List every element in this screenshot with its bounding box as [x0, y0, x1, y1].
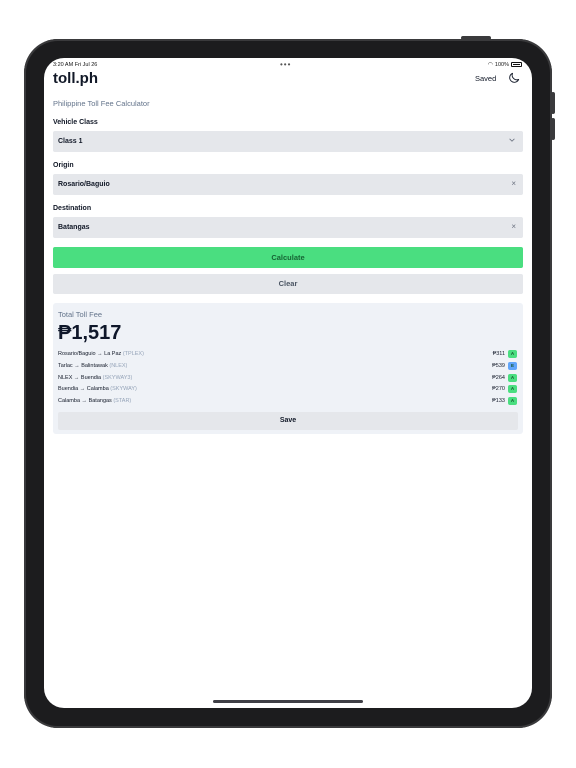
segment-fee: ₱311 [492, 351, 505, 357]
total-toll-fee-label: Total Toll Fee [58, 310, 103, 319]
segment-badge: A [508, 385, 517, 393]
origin-input[interactable]: Rosario/Baguio × [53, 174, 523, 195]
status-bar: 3:20 AM Fri Jul 26 ••• ◠ 100% [44, 58, 532, 70]
segment-fee: ₱539 [492, 363, 505, 369]
origin-label: Origin [53, 162, 74, 169]
segment-route: NLEX → Buendia [58, 375, 102, 381]
saved-button[interactable]: Saved [475, 74, 496, 83]
battery-percent: 100% [494, 61, 509, 68]
multitask-dots[interactable]: ••• [280, 60, 291, 69]
destination-label: Destination [53, 205, 92, 212]
calculate-button[interactable]: Calculate [53, 247, 523, 268]
app-screen: 3:20 AM Fri Jul 26 ••• ◠ 100% toll.ph Sa… [44, 58, 532, 708]
destination-input[interactable]: Batangas × [53, 217, 523, 238]
total-toll-fee-value: ₱1,517 [58, 322, 122, 344]
segment-row: Rosario/Baguio → La Paz (TPLEX) ₱311 A [58, 349, 518, 359]
segment-fee: ₱270 [492, 386, 505, 392]
battery-icon [511, 62, 522, 67]
segment-route: Rosario/Baguio → La Paz [58, 351, 122, 357]
home-indicator[interactable] [213, 700, 363, 703]
page-subtitle: Philippine Toll Fee Calculator [53, 99, 150, 108]
origin-value: Rosario/Baguio [58, 181, 110, 188]
app-title: toll.ph [53, 70, 98, 87]
segment-network: (TPLEX) [122, 351, 144, 357]
vehicle-class-value: Class 1 [58, 138, 83, 145]
segment-badge: A [508, 397, 517, 405]
segment-network: (SKYWAY) [110, 386, 137, 392]
segment-row: NLEX → Buendia (SKYWAY3) ₱264 A [58, 373, 518, 383]
destination-value: Batangas [58, 224, 90, 231]
destination-clear-icon[interactable]: × [511, 222, 516, 231]
segment-row: Buendia → Calamba (SKYWAY) ₱270 A [58, 384, 518, 394]
segment-fee: ₱264 [492, 375, 505, 381]
segment-route: Buendia → Calamba [58, 386, 109, 392]
result-card: Total Toll Fee ₱1,517 Rosario/Baguio → L… [53, 303, 523, 434]
dark-mode-moon-icon[interactable] [507, 71, 521, 85]
segment-network: (SKYWAY3) [102, 375, 133, 381]
status-time: 3:20 AM Fri Jul 26 [53, 62, 98, 68]
origin-clear-icon[interactable]: × [511, 179, 516, 188]
wifi-icon: ◠ [487, 62, 493, 68]
segment-badge: A [508, 374, 517, 382]
chevron-down-icon [509, 138, 515, 142]
segment-badge: E [508, 362, 517, 370]
segment-fee: ₱133 [492, 398, 505, 404]
segment-row: Tarlac → Balintawak (NLEX) ₱539 E [58, 361, 518, 371]
status-right: ◠ 100% [488, 61, 522, 68]
segment-row: Calamba → Batangas (STAR) ₱133 A [58, 396, 518, 406]
clear-button[interactable]: Clear [53, 274, 523, 294]
segment-network: (NLEX) [109, 363, 128, 369]
save-button[interactable]: Save [58, 412, 518, 430]
segment-network: (STAR) [113, 398, 132, 404]
vehicle-class-label: Vehicle Class [53, 119, 98, 126]
vehicle-class-select[interactable]: Class 1 [53, 131, 523, 152]
segment-badge: A [508, 350, 517, 358]
segment-route: Calamba → Batangas [58, 398, 112, 404]
segment-route: Tarlac → Balintawak [58, 363, 108, 369]
